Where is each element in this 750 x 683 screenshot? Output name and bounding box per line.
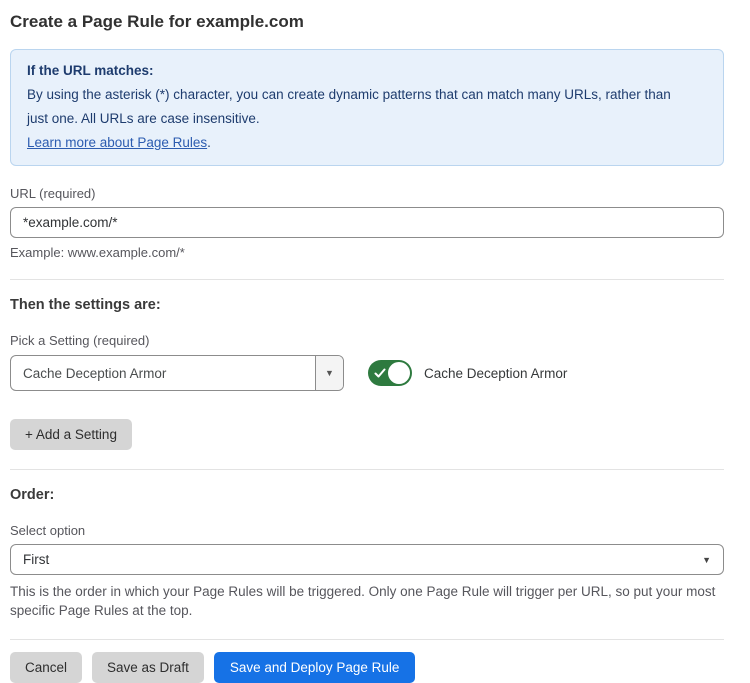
divider [10,469,724,470]
url-matches-info-box: If the URL matches: By using the asteris… [10,49,724,166]
add-setting-button[interactable]: + Add a Setting [10,419,132,450]
save-as-draft-button[interactable]: Save as Draft [92,652,204,683]
info-box-heading: If the URL matches: [27,59,707,83]
order-description: This is the order in which your Page Rul… [10,582,724,620]
url-example-hint: Example: www.example.com/* [10,245,724,260]
setting-select-value: Cache Deception Armor [11,356,315,390]
setting-toggle-label: Cache Deception Armor [424,366,567,381]
url-field-label: URL (required) [10,186,724,201]
toggle-knob [387,361,411,385]
learn-more-link[interactable]: Learn more about Page Rules [27,135,207,150]
check-icon [374,367,386,379]
order-select[interactable]: First ▼ [10,544,724,575]
setting-select[interactable]: Cache Deception Armor ▼ [10,355,344,391]
divider [10,279,724,280]
setting-toggle[interactable] [368,360,412,386]
order-select-label: Select option [10,523,724,538]
order-section-heading: Order: [10,487,724,503]
settings-section-heading: Then the settings are: [10,297,724,313]
page-title: Create a Page Rule for example.com [10,10,724,34]
url-input[interactable] [10,207,724,238]
chevron-down-icon[interactable]: ▼ [315,356,343,390]
pick-setting-label: Pick a Setting (required) [10,333,724,348]
info-box-link-line: Learn more about Page Rules. [27,131,707,155]
cancel-button[interactable]: Cancel [10,652,82,683]
divider [10,639,724,640]
create-page-rule-panel: Create a Page Rule for example.com If th… [0,0,750,683]
order-select-value: First [23,552,702,567]
chevron-down-icon: ▼ [702,555,711,565]
footer-actions: Cancel Save as Draft Save and Deploy Pag… [10,652,724,683]
setting-row: Cache Deception Armor ▼ Cache Deception … [10,355,724,391]
save-and-deploy-button[interactable]: Save and Deploy Page Rule [214,652,416,683]
link-suffix: . [207,135,211,150]
info-box-body: By using the asterisk (*) character, you… [27,83,682,131]
